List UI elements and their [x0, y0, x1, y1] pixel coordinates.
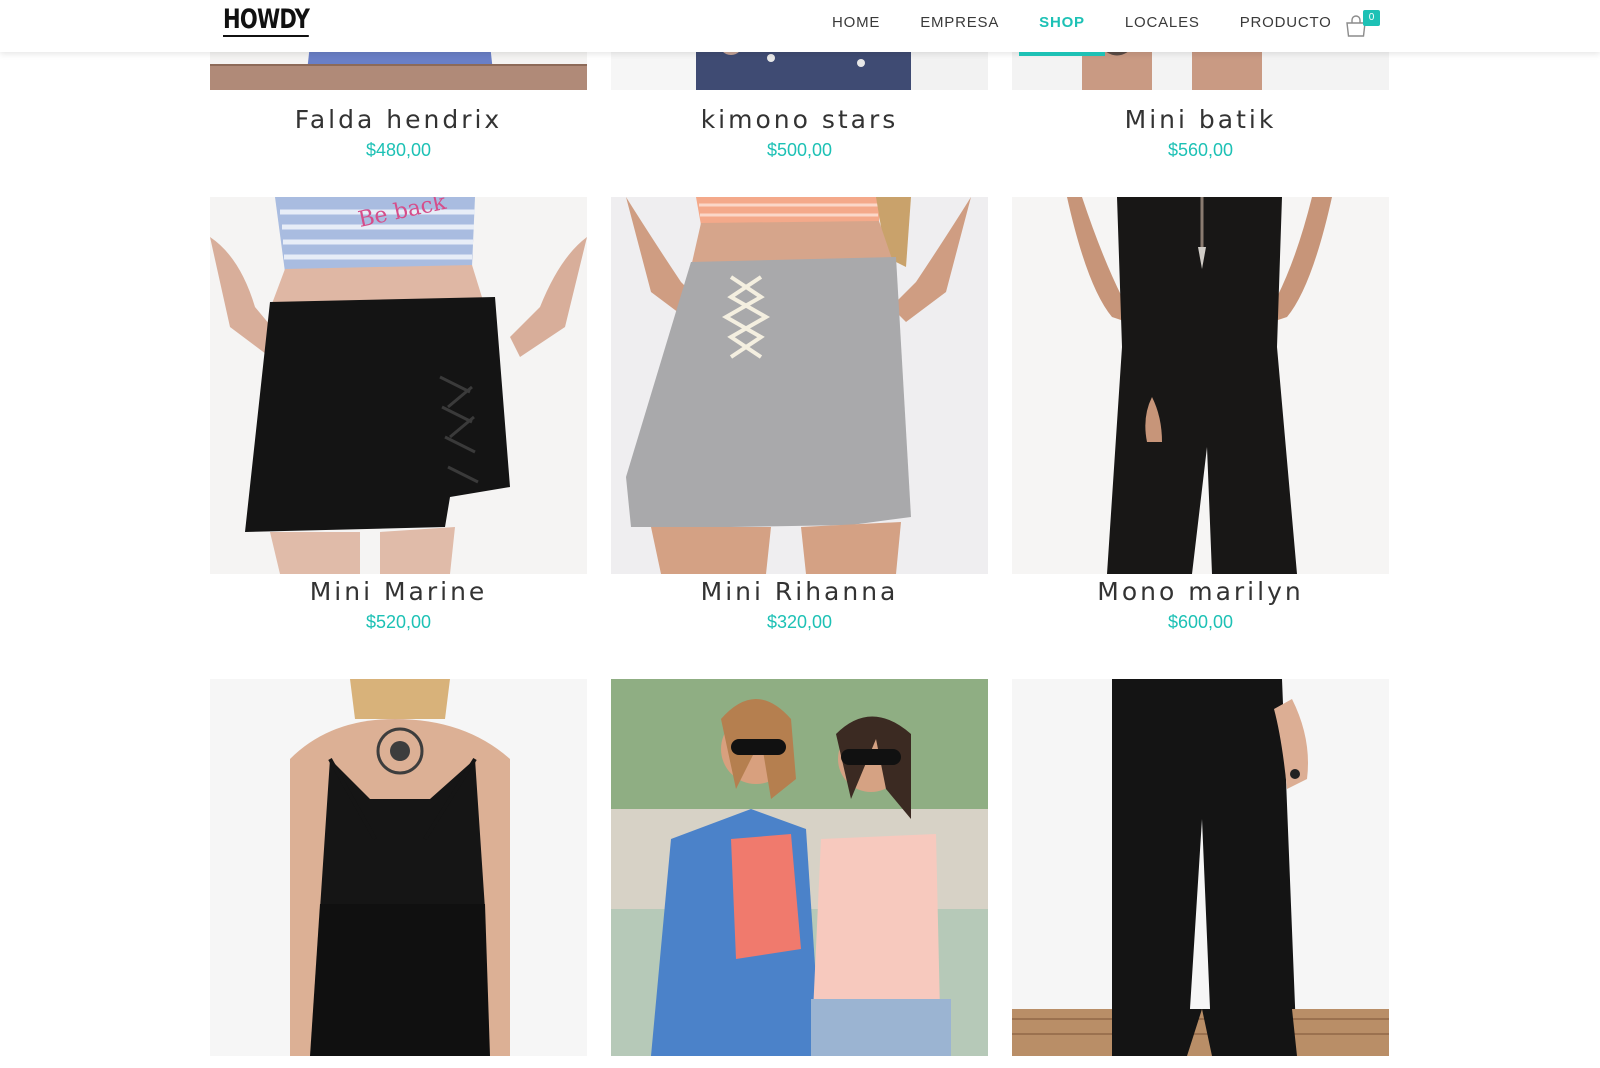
main-nav: HOME EMPRESA SHOP LOCALES PRODUCTO — [812, 0, 1352, 56]
product-name[interactable]: Mini batik — [1012, 105, 1389, 134]
nav-home[interactable]: HOME — [812, 0, 900, 52]
nav-shop-label: SHOP — [1039, 14, 1085, 31]
product-price: $320,00 — [766, 612, 833, 632]
nav-empresa[interactable]: EMPRESA — [900, 0, 1019, 52]
nav-producto[interactable]: PRODUCTO — [1220, 0, 1352, 52]
product-name[interactable]: Mini Marine — [210, 577, 587, 606]
site-header: HOWDY HOME EMPRESA SHOP LOCALES PRODUCTO… — [0, 0, 1600, 56]
product-price: $560,00 — [1167, 140, 1234, 160]
nav-shop[interactable]: SHOP — [1019, 0, 1105, 56]
shop-page: Falda hendrix $480,00 kimono stars $500,… — [0, 0, 1600, 1068]
product-price: $600,00 — [1167, 612, 1234, 632]
product-name[interactable]: Mono marilyn — [1012, 577, 1389, 606]
product-photo[interactable] — [1012, 679, 1389, 1056]
product-name[interactable]: Mini Rihanna — [611, 577, 988, 606]
product-price: $480,00 — [365, 140, 432, 160]
product-photo[interactable] — [210, 679, 587, 1056]
product-photo-mini-rihanna[interactable] — [611, 197, 988, 574]
product-photo-mono-marilyn[interactable] — [1012, 197, 1389, 574]
site-logo[interactable]: HOWDY — [223, 6, 310, 37]
product-price: $500,00 — [766, 140, 833, 160]
product-name[interactable]: kimono stars — [611, 105, 988, 134]
product-price: $520,00 — [365, 612, 432, 632]
active-nav-indicator — [1019, 52, 1105, 56]
cart-count-badge: 0 — [1363, 10, 1380, 26]
cart-button[interactable]: 0 — [1344, 10, 1384, 40]
nav-locales[interactable]: LOCALES — [1105, 0, 1220, 52]
product-photo[interactable] — [611, 679, 988, 1056]
product-photo-mini-marine[interactable]: Be back — [210, 197, 587, 574]
product-name[interactable]: Falda hendrix — [210, 105, 587, 134]
product-grid: Falda hendrix $480,00 kimono stars $500,… — [0, 0, 1600, 1068]
